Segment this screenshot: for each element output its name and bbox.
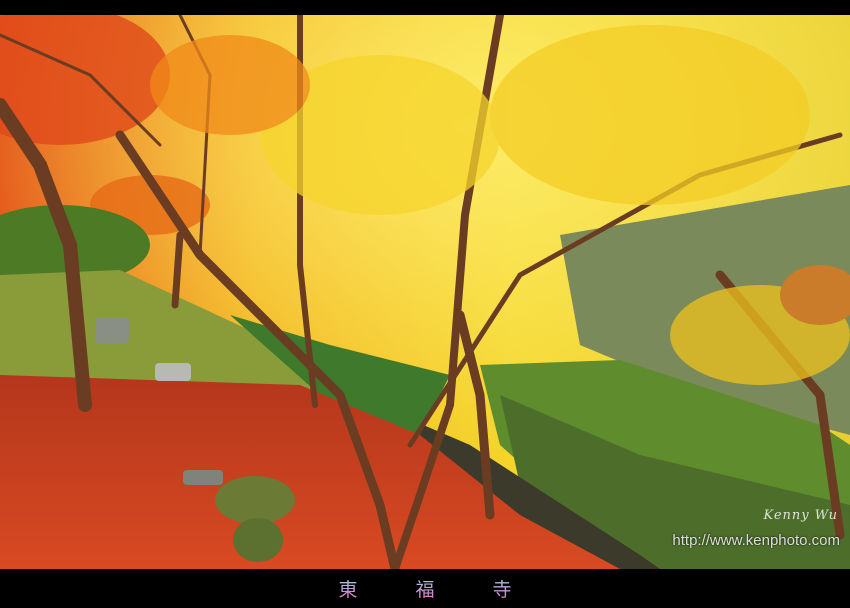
photographer-signature: Kenny Wu [763,508,838,523]
watermark-url: http://www.kenphoto.com [672,532,840,549]
caption-bar: 東 福 寺 [0,569,850,608]
caption-title: 東 福 寺 [312,575,537,602]
autumn-maple-photo [0,15,850,569]
photo-scene [0,15,850,569]
